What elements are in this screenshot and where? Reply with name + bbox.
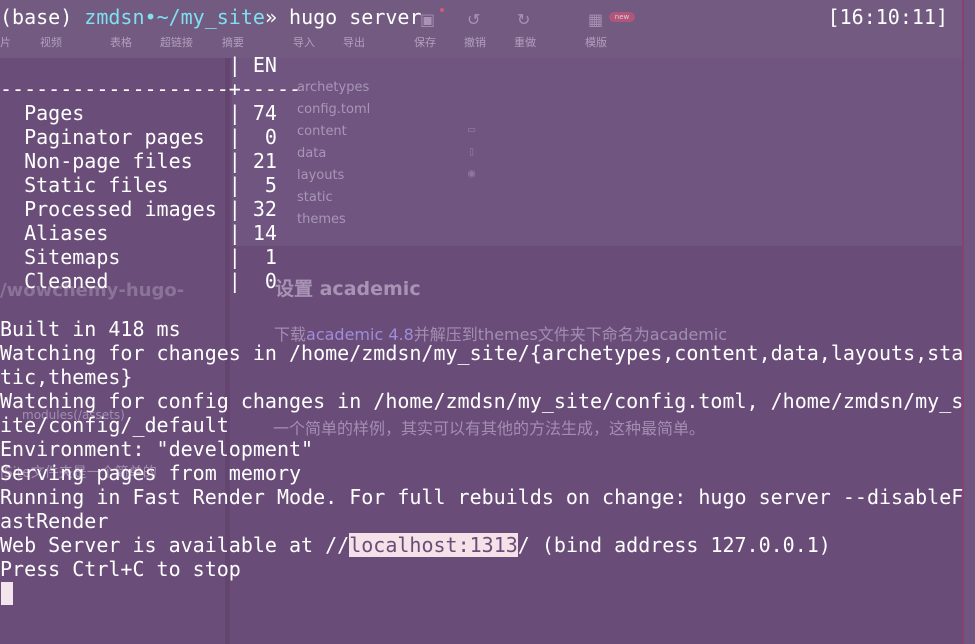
stat-label: Sitemaps <box>0 245 229 269</box>
server-suffix: / (bind address 127.0.0.1) <box>517 533 831 557</box>
stat-label: Aliases <box>0 221 229 245</box>
stat-label: Paginator pages <box>0 125 229 149</box>
stat-row: Processed images | 32 <box>0 197 277 221</box>
output-line: ite/config/_default <box>0 413 229 437</box>
prompt-path: ~/my_site <box>156 5 265 29</box>
output-line: Press Ctrl+C to stop <box>0 557 241 581</box>
server-line: Web Server is available at //localhost:1… <box>0 533 831 557</box>
output-line: Watching for config changes in /home/zmd… <box>0 389 964 413</box>
stat-value: 0 <box>240 125 277 149</box>
stat-value: 14 <box>240 221 277 245</box>
terminal-cursor <box>1 582 13 605</box>
prompt-command: hugo server <box>289 5 422 29</box>
stat-row: Non-page files | 21 <box>0 149 277 173</box>
prompt-clock: [16:10:11] <box>827 5 948 29</box>
output-line: tic,themes} <box>0 365 133 389</box>
output-line: Watching for changes in /home/zmdsn/my_s… <box>0 341 964 365</box>
stat-label: Processed images <box>0 197 229 221</box>
output-line: astRender <box>0 509 109 533</box>
prompt-user: zmdsn <box>84 5 145 29</box>
stat-label: Static files <box>0 173 229 197</box>
output-line: Running in Fast Render Mode. For full re… <box>0 485 964 509</box>
terminal[interactable]: (base) zmdsn•~/my_site» hugo server [16:… <box>0 0 975 644</box>
stat-value: 21 <box>240 149 277 173</box>
stat-value: 32 <box>240 197 277 221</box>
table-rule: -------------------+----- <box>0 77 302 101</box>
prompt-line: (base) zmdsn•~/my_site» hugo server <box>0 5 421 29</box>
stat-row: Paginator pages | 0 <box>0 125 277 149</box>
conda-env: (base) <box>0 5 73 29</box>
server-prefix: Web Server is available at // <box>0 533 350 557</box>
prompt-arrow: » <box>264 5 277 29</box>
stat-value: 5 <box>240 173 277 197</box>
output-line: Serving pages from memory <box>0 461 302 485</box>
stat-row: Pages | 74 <box>0 101 277 125</box>
stat-label: Non-page files <box>0 149 229 173</box>
table-header: | EN <box>0 53 277 77</box>
stat-label: Cleaned <box>0 269 229 293</box>
output-line: Environment: "development" <box>0 437 314 461</box>
output-line: Built in 418 ms <box>0 317 181 341</box>
stat-row: Sitemaps | 1 <box>0 245 277 269</box>
stat-row: Cleaned | 0 <box>0 269 277 293</box>
server-url-selection[interactable]: localhost:1313 <box>349 533 518 557</box>
stat-value: 1 <box>240 245 277 269</box>
stat-label: Pages <box>0 101 229 125</box>
stat-row: Aliases | 14 <box>0 221 277 245</box>
stat-value: 0 <box>240 269 277 293</box>
stat-row: Static files | 5 <box>0 173 277 197</box>
prompt-separator: • <box>144 5 157 29</box>
stat-value: 74 <box>240 101 277 125</box>
